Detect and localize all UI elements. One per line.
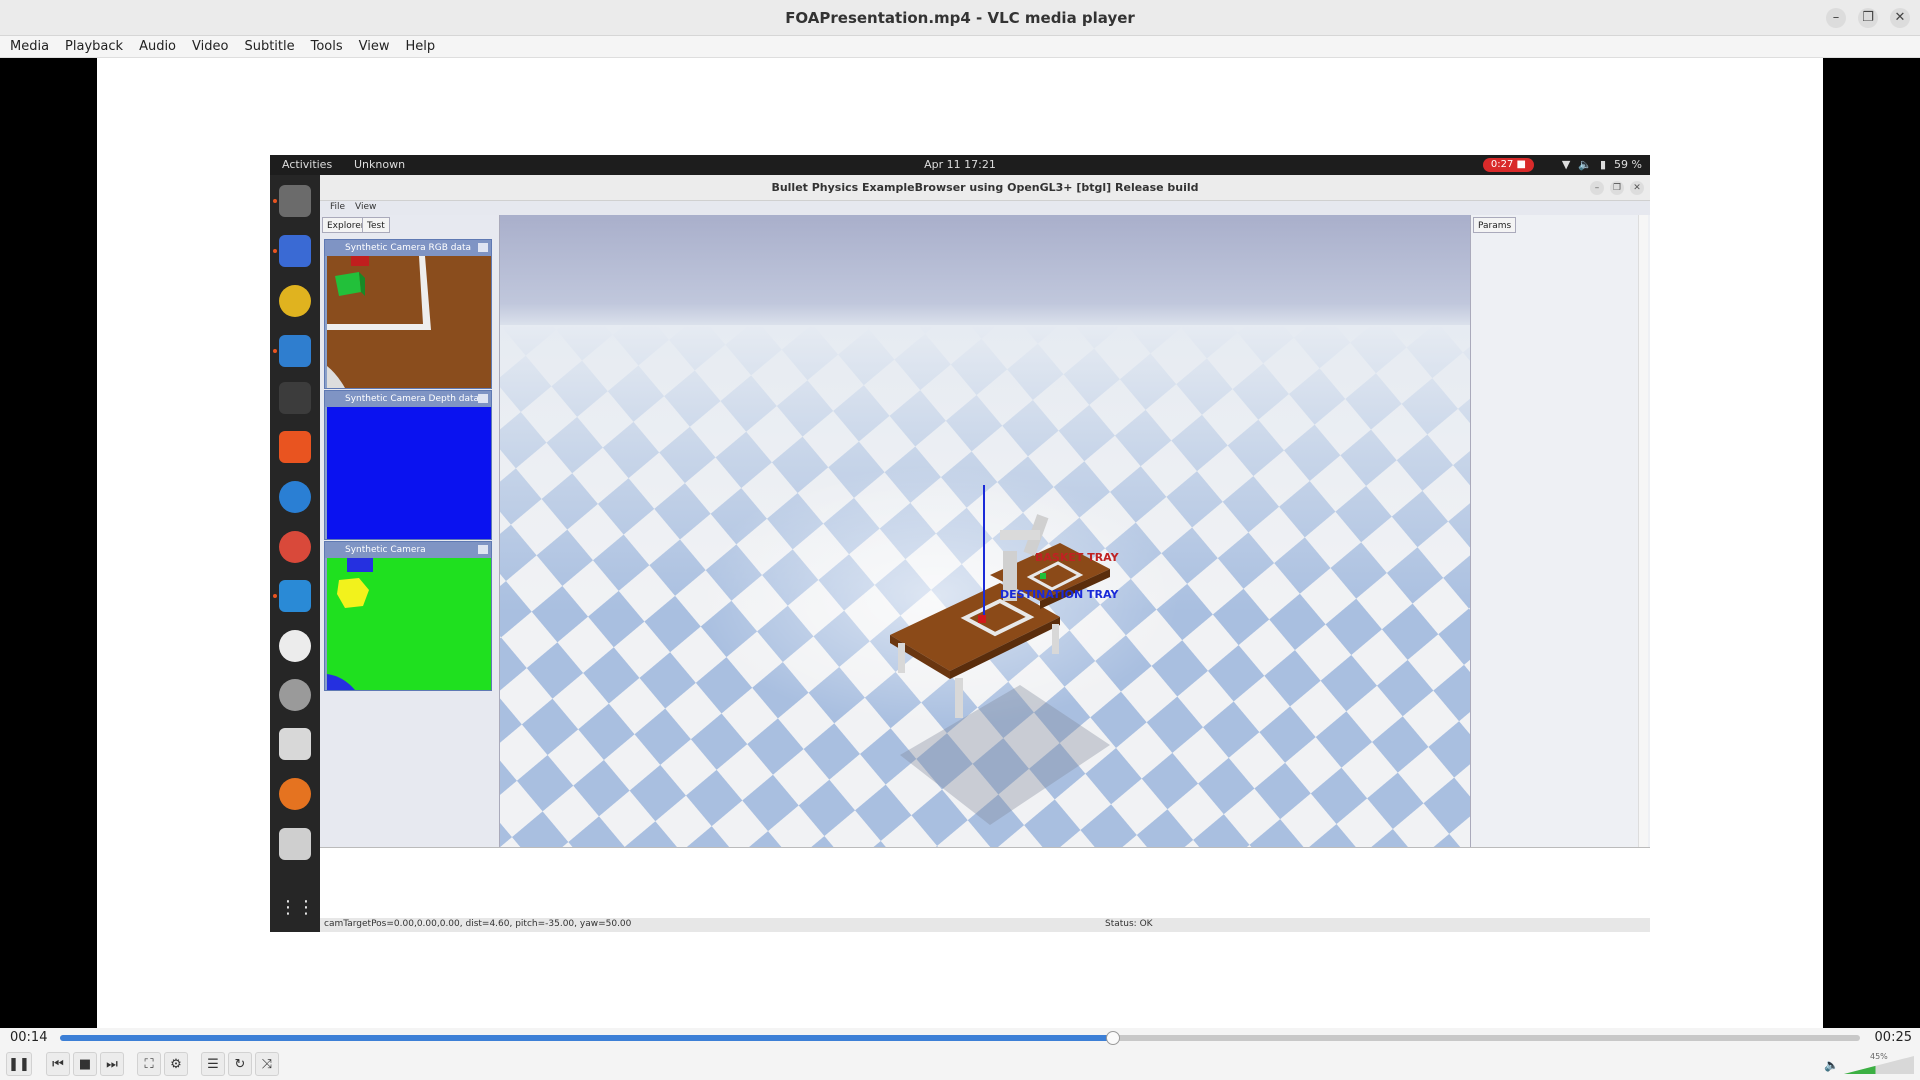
seek-handle[interactable] xyxy=(1106,1031,1120,1045)
bullet-close-icon: ✕ xyxy=(1630,181,1644,195)
running-indicator xyxy=(273,249,277,253)
menu-video[interactable]: Video xyxy=(184,39,236,54)
checker-floor: BASKET TRAY DESTINATION TRAY xyxy=(500,325,1470,847)
dock: ⋮⋮ xyxy=(270,175,320,932)
text-editor-icon xyxy=(279,235,311,267)
bullet-title: Bullet Physics ExampleBrowser using Open… xyxy=(771,181,1199,194)
shuffle-button[interactable]: ⤨ xyxy=(255,1052,279,1076)
panel-collapse-icon xyxy=(478,243,488,252)
menu-playback[interactable]: Playback xyxy=(57,39,131,54)
pause-button[interactable]: ❚❚ xyxy=(6,1052,32,1076)
recording-badge: 0:27 ■ xyxy=(1482,158,1534,172)
files-icon xyxy=(279,185,311,217)
menu-bar: Media Playback Audio Video Subtitle Tool… xyxy=(0,36,1920,58)
segmentation-view xyxy=(327,558,491,690)
wifi-icon: ▼ xyxy=(1561,158,1571,171)
panel-collapse-icon xyxy=(478,394,488,403)
bullet-menu-file: File xyxy=(330,202,346,212)
writer-icon xyxy=(279,335,311,367)
bullet-menu: File View xyxy=(320,201,1650,215)
depth-camera-panel: Synthetic Camera Depth data xyxy=(324,390,492,540)
basket-label: BASKET TRAY xyxy=(1035,551,1120,564)
firefox-icon xyxy=(279,778,311,810)
previous-button[interactable]: ⏮ xyxy=(46,1052,70,1076)
loop-button[interactable]: ↻ xyxy=(228,1052,252,1076)
stop-button[interactable]: ■ xyxy=(73,1052,97,1076)
camera-status: camTargetPos=0.00,0.00,0.00, dist=4.60, … xyxy=(324,919,632,929)
extended-settings-button[interactable]: ⚙ xyxy=(164,1052,188,1076)
panel-collapse-icon xyxy=(478,545,488,554)
control-bar: ❚❚ ⏮ ■ ⏭ ⛶ ⚙ ☰ ↻ ⤨ 🔈 45% xyxy=(0,1048,1920,1080)
fullscreen-button[interactable]: ⛶ xyxy=(137,1052,161,1076)
destination-label: DESTINATION TRAY xyxy=(1000,588,1119,601)
status-ok: Status: OK xyxy=(1105,919,1153,929)
elapsed-time: 00:14 xyxy=(10,1030,48,1045)
minimize-icon[interactable]: – xyxy=(1826,8,1846,28)
clock-label: Apr 11 17:21 xyxy=(924,158,996,171)
video-frame[interactable]: Activities Unknown Apr 11 17:21 0:27 ■ ▼… xyxy=(97,58,1823,1028)
chatgpt-icon xyxy=(279,630,311,662)
running-indicator xyxy=(273,349,277,353)
video-area[interactable]: Activities Unknown Apr 11 17:21 0:27 ■ ▼… xyxy=(0,58,1920,1028)
screenshot-icon xyxy=(279,728,311,760)
bullet-menu-view: View xyxy=(355,202,377,212)
console-area xyxy=(320,847,1650,918)
bullet-window: Bullet Physics ExampleBrowser using Open… xyxy=(320,175,1650,932)
window-title: FOAPresentation.mp4 - VLC media player xyxy=(785,9,1135,27)
chrome-icon xyxy=(279,531,311,563)
help-icon xyxy=(279,481,311,513)
terminal-icon xyxy=(279,382,311,414)
speaker-icon: 🔈 xyxy=(1578,158,1592,171)
next-button[interactable]: ⏭ xyxy=(100,1052,124,1076)
ubuntu-screen: Activities Unknown Apr 11 17:21 0:27 ■ ▼… xyxy=(270,155,1650,932)
rgb-camera-panel: Synthetic Camera RGB data xyxy=(324,239,492,389)
vscode-icon xyxy=(279,580,311,612)
bullet-titlebar: Bullet Physics ExampleBrowser using Open… xyxy=(320,175,1650,201)
params-panel: Params xyxy=(1470,215,1650,847)
menu-tools[interactable]: Tools xyxy=(303,39,351,54)
running-indicator xyxy=(273,199,277,203)
magnifier-icon xyxy=(279,828,311,860)
settings-icon xyxy=(279,679,311,711)
maximize-icon[interactable]: ❐ xyxy=(1858,8,1878,28)
close-icon[interactable]: ✕ xyxy=(1890,8,1910,28)
battery-icon: ▮ xyxy=(1599,158,1607,171)
params-scrollbar xyxy=(1638,215,1648,847)
battery-label: 59 % xyxy=(1614,158,1642,171)
menu-media[interactable]: Media xyxy=(2,39,57,54)
depth-panel-title: Synthetic Camera Depth data xyxy=(345,394,480,404)
seek-slider[interactable] xyxy=(60,1031,1860,1045)
volume-control[interactable]: 🔈 45% xyxy=(1824,1052,1914,1076)
running-indicator xyxy=(273,594,277,598)
3d-viewport[interactable]: BASKET TRAY DESTINATION TRAY xyxy=(500,215,1470,847)
gnome-topbar: Activities Unknown Apr 11 17:21 0:27 ■ ▼… xyxy=(270,155,1650,175)
software-icon xyxy=(279,431,311,463)
rgb-view xyxy=(327,256,491,388)
speaker-icon[interactable]: 🔈 xyxy=(1824,1058,1839,1072)
menu-view[interactable]: View xyxy=(351,39,398,54)
window-titlebar: FOAPresentation.mp4 - VLC media player –… xyxy=(0,0,1920,36)
volume-label: 45% xyxy=(1870,1052,1888,1061)
seek-progress xyxy=(60,1035,1113,1041)
seek-row: 00:14 00:25 xyxy=(0,1028,1920,1048)
bullet-maximize-icon: ❐ xyxy=(1610,181,1624,195)
playlist-button[interactable]: ☰ xyxy=(201,1052,225,1076)
explorer-panel: Explorer Test Synthetic Camera RGB data xyxy=(320,215,500,847)
system-tray: ▼ 🔈 ▮ 59 % xyxy=(1562,158,1642,171)
total-time: 00:25 xyxy=(1874,1030,1912,1045)
rgb-panel-title: Synthetic Camera RGB data xyxy=(345,243,472,253)
status-bar: camTargetPos=0.00,0.00,0.00, dist=4.60, … xyxy=(320,918,1650,932)
app-grid-icon: ⋮⋮ xyxy=(279,897,315,918)
depth-view xyxy=(327,407,491,539)
rhythmbox-icon xyxy=(279,285,311,317)
tab-params: Params xyxy=(1473,217,1517,233)
tab-test: Test xyxy=(362,217,390,233)
segmentation-panel: Synthetic Camera Segmentation Mask xyxy=(324,541,492,691)
bullet-minimize-icon: – xyxy=(1590,181,1604,195)
menu-audio[interactable]: Audio xyxy=(131,39,184,54)
menu-help[interactable]: Help xyxy=(398,39,444,54)
menu-subtitle[interactable]: Subtitle xyxy=(236,39,302,54)
